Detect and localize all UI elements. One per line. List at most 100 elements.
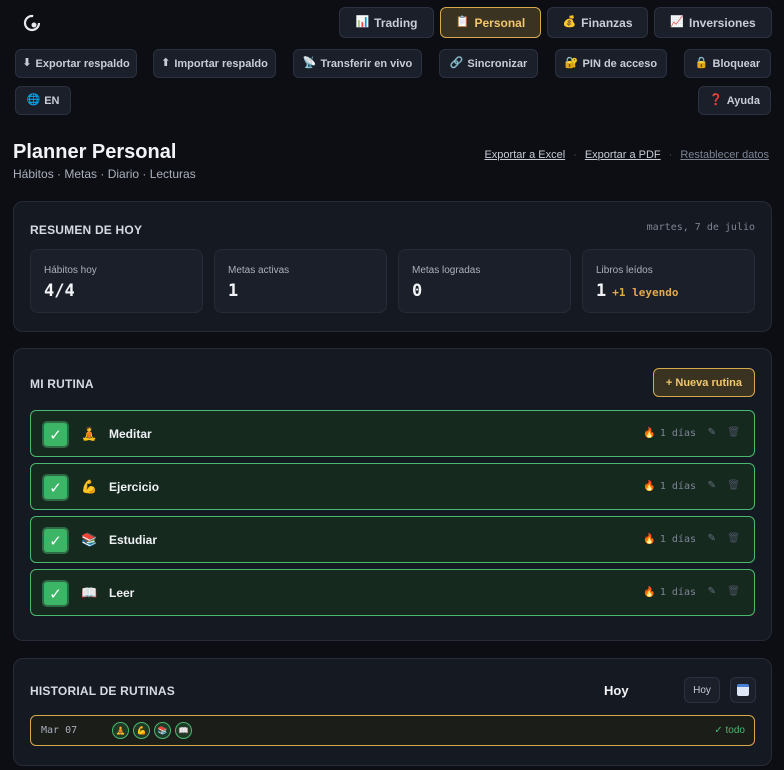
nav-tab-label: Inversiones	[689, 15, 756, 30]
nav-tab-trading[interactable]: 📊 Trading	[339, 7, 434, 38]
routine-title: MI RUTINA	[30, 377, 94, 391]
history-row[interactable]: Mar 07 🧘 💪 📚 📖 ✓ todo	[30, 715, 755, 746]
download-icon: ⬇	[22, 57, 32, 69]
habit-checkbox[interactable]: ✓	[42, 527, 69, 554]
summary-date: martes, 7 de julio	[646, 222, 755, 233]
habit-checkbox[interactable]: ✓	[42, 421, 69, 448]
trend-icon: 📈	[670, 16, 684, 28]
stat-card-achieved-goals: Metas logradas 0	[398, 249, 571, 313]
nav-tab-inversiones[interactable]: 📈 Inversiones	[654, 7, 772, 38]
lock-button[interactable]: 🔒 Bloquear	[684, 49, 771, 78]
transfer-live-button[interactable]: 📡 Transferir en vivo	[293, 49, 422, 78]
habit-row-ejercicio: ✓ 💪 Ejercicio 🔥 1 días ✎ 🗑	[30, 463, 755, 510]
pencil-icon[interactable]: ✎	[708, 427, 716, 438]
nav-tab-finanzas[interactable]: 💰 Finanzas	[547, 7, 648, 38]
reset-data-link[interactable]: Restablecer datos	[680, 149, 769, 161]
stat-card-habits: Hábitos hoy 4/4	[30, 249, 203, 313]
money-bag-icon: 💰	[562, 16, 577, 28]
stat-value: 1 +1 leyendo	[596, 281, 679, 301]
sync-label: Sincronizar	[467, 57, 528, 70]
stat-label: Hábitos hoy	[44, 265, 97, 276]
stat-label: Metas activas	[228, 265, 290, 276]
fire-icon: 🔥	[643, 587, 656, 598]
lock-label: Bloquear	[712, 57, 761, 70]
link-separator: ·	[668, 149, 673, 161]
meditation-icon: 🧘	[81, 426, 98, 441]
trash-icon[interactable]: 🗑	[727, 480, 740, 491]
books-icon: 📚	[154, 722, 171, 739]
reading-count: +1 leyendo	[612, 286, 679, 299]
summary-panel: RESUMEN DE HOY martes, 7 de julio Hábito…	[13, 201, 772, 332]
main-nav: 📊 Trading 📋 Personal 💰 Finanzas 📈 Invers…	[339, 7, 772, 38]
stat-label: Libros leídos	[596, 265, 653, 276]
export-backup-button[interactable]: ⬇ Exportar respaldo	[15, 49, 137, 78]
history-panel: HISTORIAL DE RUTINAS Hoy Hoy Mar 07 🧘 💪 …	[13, 658, 772, 766]
pencil-icon[interactable]: ✎	[708, 480, 716, 491]
pencil-icon[interactable]: ✎	[708, 586, 716, 597]
upload-icon: ⬆	[161, 57, 171, 69]
habit-streak: 🔥 1 días	[643, 587, 696, 598]
import-backup-button[interactable]: ⬆ Importar respaldo	[153, 49, 276, 78]
nav-tab-label: Finanzas	[581, 15, 633, 30]
history-date: Mar 07	[41, 725, 78, 736]
habit-name: Leer	[109, 586, 135, 600]
habit-checkbox[interactable]: ✓	[42, 474, 69, 501]
history-title: HISTORIAL DE RUTINAS	[30, 684, 175, 698]
import-backup-label: Importar respaldo	[174, 57, 268, 70]
transfer-live-label: Transferir en vivo	[320, 57, 413, 70]
fire-icon: 🔥	[643, 534, 656, 545]
chart-icon: 📊	[355, 16, 370, 28]
language-button[interactable]: 🌐 EN	[15, 86, 71, 115]
habit-streak: 🔥 1 días	[643, 481, 696, 492]
history-status: ✓ todo	[714, 725, 745, 736]
meditation-icon: 🧘	[112, 722, 129, 739]
habit-row-estudiar: ✓ 📚 Estudiar 🔥 1 días ✎ 🗑	[30, 516, 755, 563]
question-icon: ❓	[709, 94, 723, 106]
muscle-icon: 💪	[133, 722, 150, 739]
habit-row-meditar: ✓ 🧘 Meditar 🔥 1 días ✎ 🗑	[30, 410, 755, 457]
globe-icon: 🌐	[26, 94, 41, 106]
books-icon: 📚	[81, 532, 98, 547]
page-subtitle: Hábitos · Metas · Diario · Lecturas	[13, 167, 196, 181]
stat-value: 0	[412, 281, 423, 301]
pencil-icon[interactable]: ✎	[708, 533, 716, 544]
habit-name: Estudiar	[109, 533, 158, 547]
header-links: Exportar a Excel · Exportar a PDF · Rest…	[484, 149, 769, 161]
history-habit-dots: 🧘 💪 📚 📖	[112, 722, 192, 739]
routine-panel: MI RUTINA + Nueva rutina ✓ 🧘 Meditar 🔥 1 …	[13, 348, 772, 641]
nav-tab-label: Trading	[374, 15, 418, 30]
fire-icon: 🔥	[643, 428, 656, 439]
page-title: Planner Personal	[13, 141, 177, 163]
nav-tab-personal[interactable]: 📋 Personal	[440, 7, 541, 38]
key-lock-icon: 🔐	[564, 57, 579, 69]
stat-value: 1	[228, 281, 239, 301]
habit-streak: 🔥 1 días	[643, 534, 696, 545]
calendar-icon	[737, 684, 749, 696]
trash-icon[interactable]: 🗑	[727, 586, 740, 597]
history-current-label: Hoy	[604, 683, 629, 698]
open-book-icon: 📖	[81, 585, 98, 600]
habit-checkbox[interactable]: ✓	[42, 580, 69, 607]
trash-icon[interactable]: 🗑	[727, 533, 740, 544]
stat-card-books: Libros leídos 1 +1 leyendo	[582, 249, 755, 313]
export-pdf-link[interactable]: Exportar a PDF	[585, 149, 661, 161]
habit-name: Ejercicio	[109, 480, 160, 494]
link-separator: ·	[573, 149, 577, 161]
trash-icon[interactable]: 🗑	[727, 427, 740, 438]
language-label: EN	[44, 94, 60, 107]
habit-row-leer: ✓ 📖 Leer 🔥 1 días ✎ 🗑	[30, 569, 755, 616]
muscle-icon: 💪	[81, 479, 98, 494]
today-button[interactable]: Hoy	[684, 677, 720, 703]
link-icon: 🔗	[449, 57, 464, 69]
open-book-icon: 📖	[175, 722, 192, 739]
pin-button[interactable]: 🔐 PIN de acceso	[555, 49, 667, 78]
calendar-button[interactable]	[730, 677, 756, 703]
help-label: Ayuda	[726, 94, 760, 107]
sync-button[interactable]: 🔗 Sincronizar	[439, 49, 538, 78]
help-button[interactable]: ❓ Ayuda	[698, 86, 771, 115]
export-backup-label: Exportar respaldo	[35, 57, 130, 70]
new-routine-button[interactable]: + Nueva rutina	[652, 368, 755, 397]
export-excel-link[interactable]: Exportar a Excel	[484, 149, 565, 161]
pin-label: PIN de acceso	[582, 57, 658, 70]
stat-card-active-goals: Metas activas 1	[214, 249, 387, 313]
